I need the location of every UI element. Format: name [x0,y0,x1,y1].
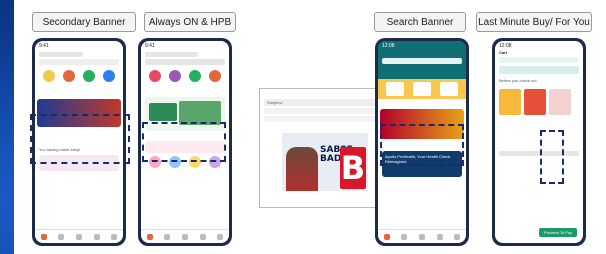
search-input[interactable] [382,58,462,64]
desktop-search-page: Sanjeevi SABSE BADA B [259,88,381,208]
nav-icon[interactable] [111,233,118,240]
phone-last-minute-buy: 12:08 Cart Before you check out Proceed … [492,38,586,246]
location-bar[interactable] [145,52,198,57]
nav-icon[interactable] [454,233,461,240]
product-card[interactable] [499,89,521,115]
cart-tabs[interactable] [499,66,579,74]
highlight-for-you [540,130,564,184]
nav-icon[interactable] [418,233,425,240]
search-header: 12:08 [378,41,466,79]
highlight-search-banner [380,124,464,166]
nav-icon[interactable] [436,233,443,240]
nav-icon[interactable] [58,233,65,240]
desktop-filter-row[interactable] [264,116,376,122]
bottom-nav [378,229,466,243]
category-icon[interactable] [63,70,75,82]
quick-tiles [378,79,466,99]
product-carousel [495,83,583,121]
category-icon[interactable] [189,70,201,82]
search-input[interactable] [145,59,225,65]
category-icon[interactable] [169,70,181,82]
category-icon[interactable] [103,70,115,82]
status-bar-time: 12:08 [499,43,512,49]
bottom-nav [141,229,229,243]
banner-person-image [286,147,318,191]
quick-tile[interactable] [412,82,431,96]
address-row [499,151,579,156]
nav-icon[interactable] [401,233,408,240]
nav-icon[interactable] [217,233,224,240]
delivery-strip [499,57,579,63]
category-icon[interactable] [43,70,55,82]
desktop-search-input[interactable]: Sanjeevi [264,99,376,106]
home-icon[interactable] [40,233,47,240]
status-bar-time: 9:41 [39,43,49,49]
quick-tile[interactable] [439,82,458,96]
nav-icon[interactable] [75,233,82,240]
cart-title: Cart [499,50,508,55]
label-secondary-banner: Secondary Banner [32,12,136,32]
category-icon[interactable] [149,70,161,82]
product-card[interactable] [524,89,546,115]
phone-screen: 12:08 Cart Before you check out Proceed … [495,41,583,243]
category-icon[interactable] [209,70,221,82]
label-always-on-hpb: Always ON & HPB [144,12,236,32]
product-card[interactable] [549,89,571,115]
banner-letter: B [340,147,366,189]
desktop-search-banner[interactable]: SABSE BADA B [282,133,368,191]
proceed-to-pay-button[interactable]: Proceed To Pay [539,228,577,237]
label-last-minute-buy: Last Minute Buy/ For You [476,12,592,32]
nav-icon[interactable] [93,233,100,240]
nav-icon[interactable] [164,233,171,240]
status-bar-time: 9:41 [145,43,155,49]
highlight-hpb-banner [142,122,226,162]
home-icon[interactable] [146,233,153,240]
location-bar[interactable] [39,52,83,57]
highlight-secondary-banner [30,114,130,164]
category-icon[interactable] [83,70,95,82]
home-icon[interactable] [383,233,390,240]
desktop-top-nav [260,89,380,97]
label-search-banner: Search Banner [374,12,466,32]
nav-icon[interactable] [181,233,188,240]
status-bar-time: 12:08 [382,43,395,49]
bottom-nav [35,229,123,243]
search-input[interactable] [39,59,119,65]
slide-canvas: Secondary Banner Always ON & HPB Search … [14,0,606,254]
nav-icon[interactable] [199,233,206,240]
category-icons [141,67,229,85]
desktop-filter-row[interactable] [264,108,376,114]
category-icons [35,67,123,85]
quick-tile[interactable] [386,82,405,96]
